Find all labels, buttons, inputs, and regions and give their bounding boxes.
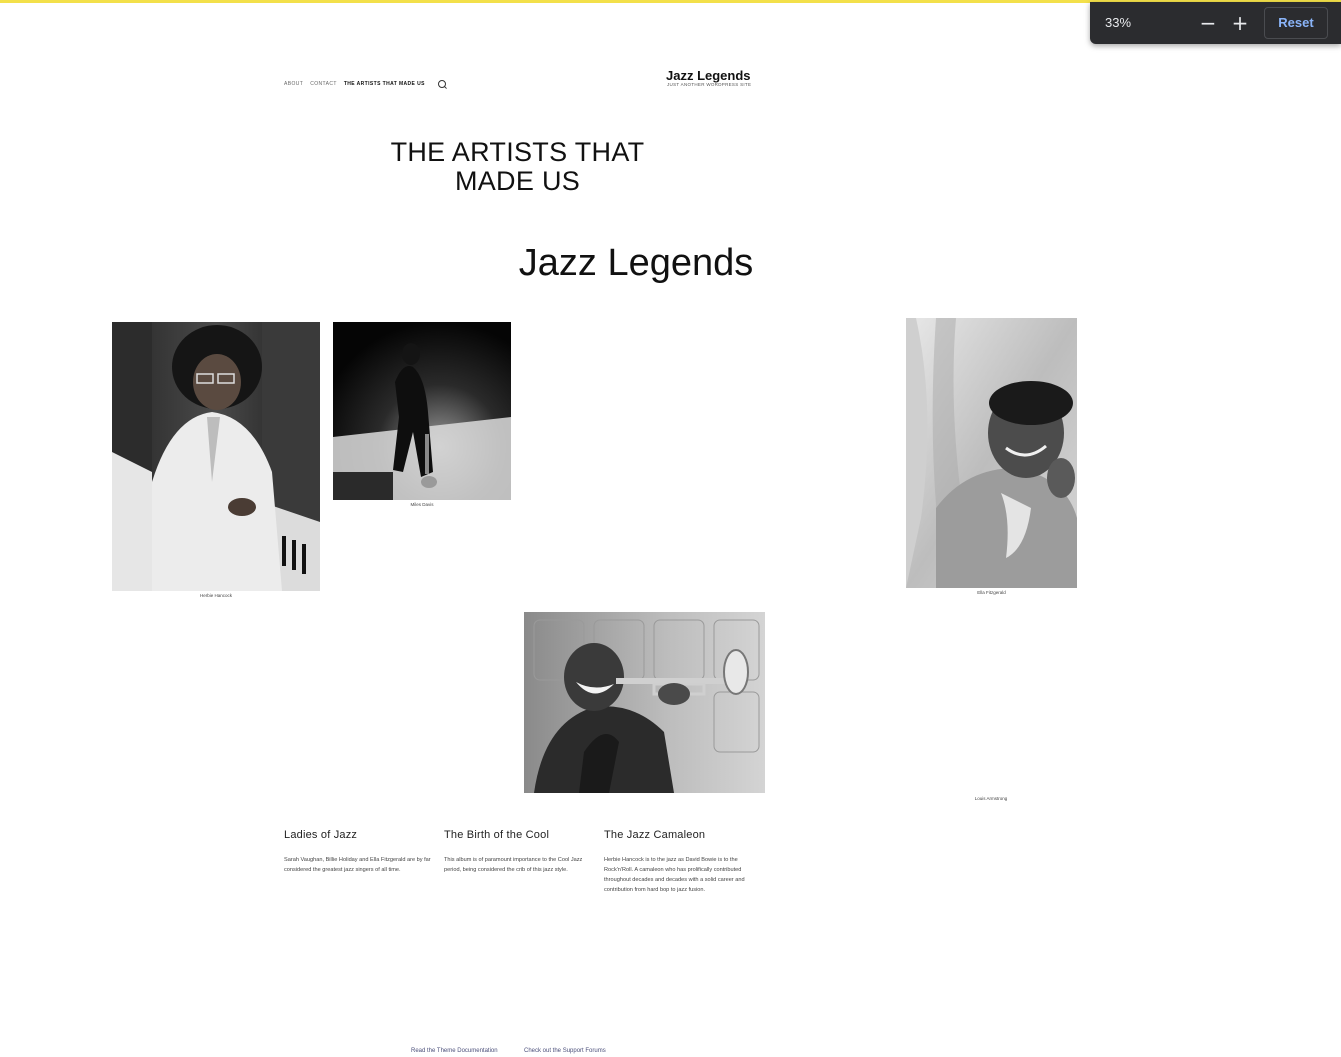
- column-jazz-camaleon: The Jazz Camaleon Herbie Hancock is to t…: [604, 829, 754, 895]
- zoom-reset-button[interactable]: Reset: [1264, 7, 1328, 39]
- nav-item-contact[interactable]: CONTACT: [310, 81, 337, 87]
- herbie-hancock-caption: Herbie Hancock: [199, 593, 232, 598]
- column-birth-of-the-cool: The Birth of the Cool This album is of p…: [444, 829, 594, 875]
- column-ladies-of-jazz: Ladies of Jazz Sarah Vaughan, Billie Hol…: [284, 829, 434, 875]
- section-heading: Jazz Legends: [518, 242, 754, 284]
- page-title-line-1: THE ARTISTS THAT: [390, 137, 645, 167]
- site-title[interactable]: Jazz Legends: [666, 68, 751, 83]
- search-icon[interactable]: [437, 80, 446, 88]
- column-text: This album is of paramount importance to…: [444, 857, 583, 873]
- column-text: Sarah Vaughan, Billie Holiday and Ella F…: [284, 857, 431, 873]
- site-tagline: JUST ANOTHER WORDPRESS SITE: [667, 82, 752, 87]
- miles-davis-photo[interactable]: [333, 322, 511, 500]
- column-title: The Jazz Camaleon: [604, 829, 706, 841]
- zoom-out-button[interactable]: −: [1194, 9, 1222, 37]
- footer-link-support-forums[interactable]: Check out the Support Forums: [524, 1048, 606, 1054]
- zoom-popup: 33% − + Reset: [1090, 2, 1341, 44]
- column-title: The Birth of the Cool: [444, 829, 550, 841]
- zoom-level: 33%: [1105, 15, 1132, 30]
- ella-fitzgerald-photo[interactable]: [906, 318, 1077, 588]
- page-title-line-2: MADE US: [454, 166, 581, 196]
- column-title: Ladies of Jazz: [284, 829, 358, 841]
- zoom-in-button[interactable]: +: [1226, 9, 1254, 37]
- nav-item-artists[interactable]: THE ARTISTS THAT MADE US: [344, 81, 425, 87]
- column-text: Herbie Hancock is to the jazz as David B…: [604, 857, 745, 893]
- louis-armstrong-photo[interactable]: [524, 612, 765, 793]
- louis-armstrong-caption: Louis Armstrong: [974, 796, 1008, 801]
- herbie-hancock-photo[interactable]: [112, 322, 320, 591]
- footer-link-theme-documentation[interactable]: Read the Theme Documentation: [411, 1048, 498, 1054]
- miles-davis-caption: Miles Davis: [410, 502, 434, 507]
- nav-item-about[interactable]: ABOUT: [284, 81, 303, 87]
- page-title: THE ARTISTS THAT MADE US: [370, 138, 665, 196]
- primary-nav: ABOUT CONTACT THE ARTISTS THAT MADE US: [284, 80, 446, 88]
- ella-fitzgerald-caption: Ella Fitzgerald: [977, 590, 1006, 595]
